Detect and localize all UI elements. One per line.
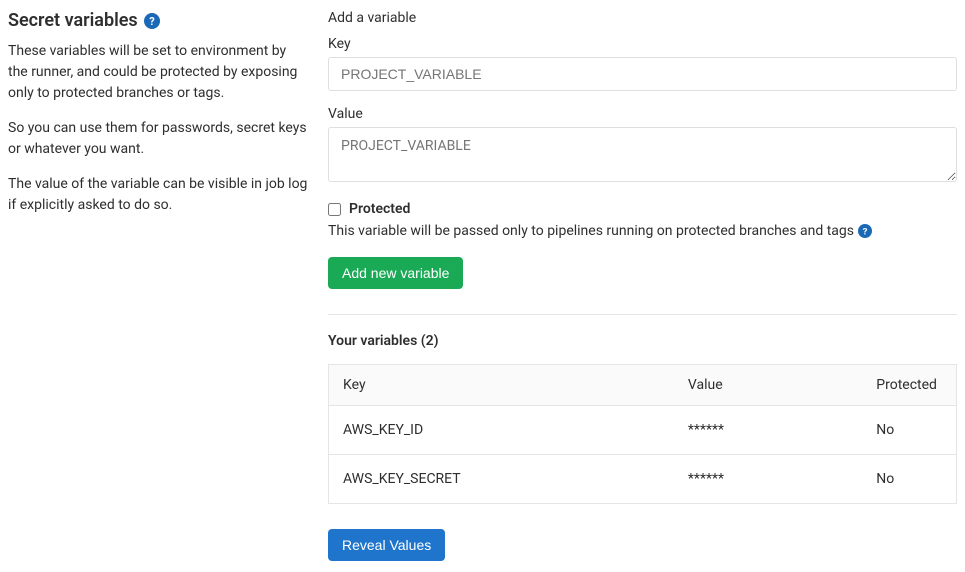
reveal-values-button[interactable]: Reveal Values [328,529,445,561]
section-divider [328,314,957,315]
table-row: AWS_KEY_SECRET ****** No [329,455,957,504]
cell-protected: No [862,406,956,455]
cell-value: ****** [674,406,862,455]
protected-checkbox[interactable] [328,203,341,216]
header-protected: Protected [862,365,956,406]
cell-value: ****** [674,455,862,504]
description-p3: The value of the variable can be visible… [8,174,308,216]
header-value: Value [674,365,862,406]
title-text: Secret variables [8,10,138,31]
protected-hint: This variable will be passed only to pip… [328,223,854,239]
table-row: AWS_KEY_ID ****** No [329,406,957,455]
svg-text:?: ? [149,15,155,28]
value-input[interactable] [328,127,957,182]
description-p1: These variables will be set to environme… [8,41,308,104]
protected-label: Protected [349,201,410,217]
cell-key: AWS_KEY_ID [329,406,674,455]
variables-table: Key Value Protected AWS_KEY_ID ****** No… [328,364,957,504]
key-label: Key [328,36,957,52]
table-header-row: Key Value Protected [329,365,957,406]
add-variable-heading: Add a variable [328,10,957,26]
add-variable-button[interactable]: Add new variable [328,257,463,289]
page-title: Secret variables ? [8,10,308,31]
help-icon[interactable]: ? [144,13,160,29]
cell-key: AWS_KEY_SECRET [329,455,674,504]
your-variables-heading: Your variables (2) [328,333,957,349]
description-p2: So you can use them for passwords, secre… [8,118,308,160]
cell-protected: No [862,455,956,504]
help-icon[interactable]: ? [858,224,872,238]
value-label: Value [328,106,957,122]
key-input[interactable] [328,57,957,91]
header-key: Key [329,365,674,406]
svg-text:?: ? [863,227,868,238]
